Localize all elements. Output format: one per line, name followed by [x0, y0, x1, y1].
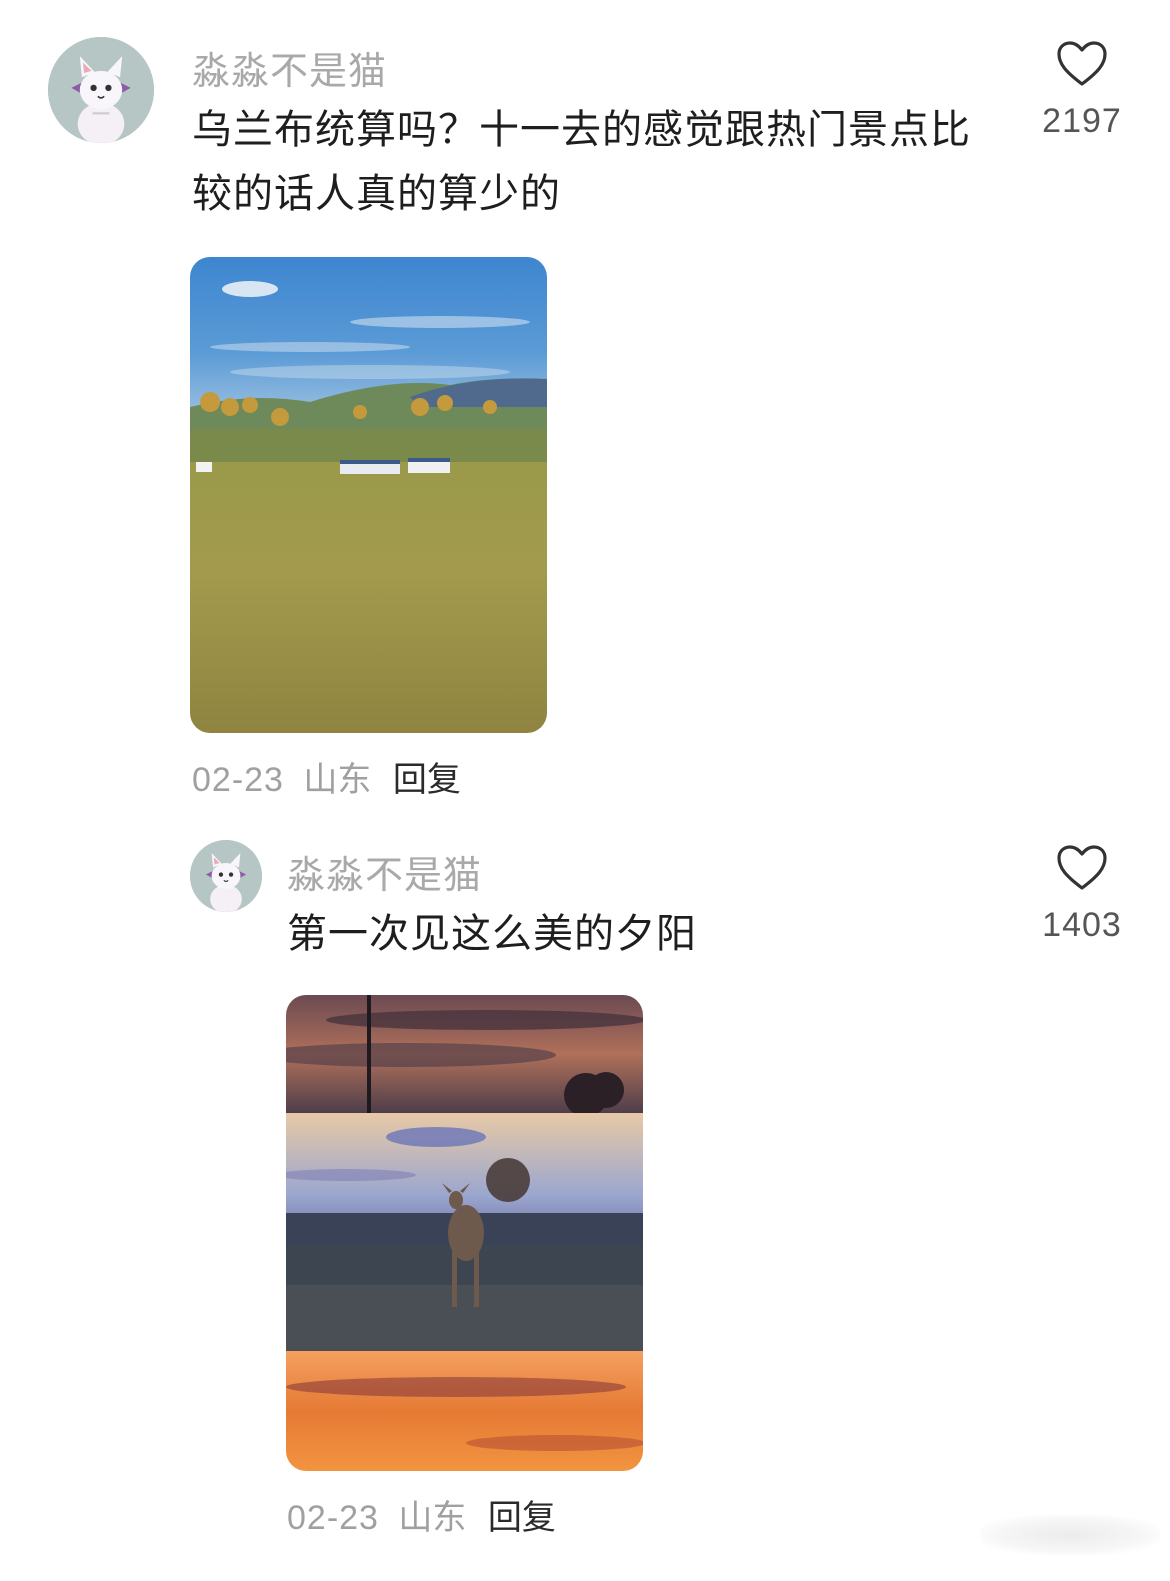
- like-button[interactable]: 2197: [1027, 40, 1137, 141]
- reply-button[interactable]: 回复: [393, 761, 461, 799]
- cat-avatar-icon: [48, 37, 154, 143]
- comment-item: 淼淼不是猫 乌兰布统算吗？十一去的感觉跟热门景点比 较的话人真的算少的 2197: [0, 0, 1170, 820]
- comment-text: 第一次见这么美的夕阳: [287, 902, 987, 966]
- username[interactable]: 淼淼不是猫: [192, 40, 387, 95]
- grassland-photo: [190, 257, 547, 733]
- comment-date: 02-23: [192, 761, 284, 799]
- comment-text-line: 第一次见这么美的夕阳: [287, 911, 697, 957]
- heart-icon: [1057, 845, 1107, 890]
- like-button[interactable]: 1403: [1027, 844, 1137, 945]
- comment-location: 山东: [398, 1499, 467, 1537]
- comment-location: 山东: [303, 761, 372, 799]
- reply-button[interactable]: 回复: [488, 1499, 556, 1537]
- heart-icon: [1057, 41, 1107, 86]
- comment-text: 乌兰布统算吗？十一去的感觉跟热门景点比 较的话人真的算少的: [192, 98, 1002, 226]
- comment-meta: 02-23 山东 回复: [287, 1490, 556, 1539]
- comment-text-line: 乌兰布统算吗？十一去的感觉跟热门景点比: [192, 107, 971, 153]
- cat-avatar-icon: [190, 840, 262, 912]
- username[interactable]: 淼淼不是猫: [287, 844, 482, 899]
- comment-item: 淼淼不是猫 第一次见这么美的夕阳 1403 02-23 山东 回复: [0, 820, 1170, 1581]
- comment-meta: 02-23 山东 回复: [192, 752, 461, 801]
- like-count: 2197: [1042, 102, 1122, 140]
- comment-text-line: 较的话人真的算少的: [192, 171, 561, 217]
- comment-photo[interactable]: [190, 257, 547, 733]
- comment-photo[interactable]: [286, 995, 643, 1471]
- comment-date: 02-23: [287, 1499, 379, 1537]
- sunset-deer-photo: [286, 995, 643, 1471]
- avatar[interactable]: [190, 840, 262, 912]
- like-count: 1403: [1042, 906, 1122, 944]
- blurred-watermark: [980, 1515, 1160, 1555]
- avatar[interactable]: [48, 37, 154, 143]
